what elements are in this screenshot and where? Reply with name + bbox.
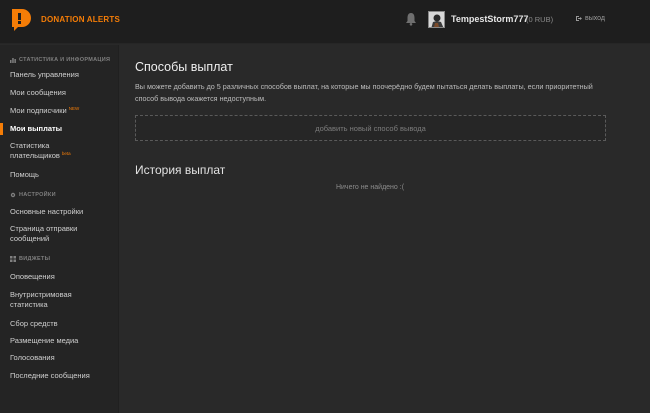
sidebar: СТАТИСТИКА И ИНФОРМАЦИЯ Панель управлени… (0, 45, 119, 413)
sidebar-item-media[interactable]: Размещение медиа (10, 336, 115, 346)
sidebar-item-instream-stats[interactable]: Внутристримовая статистика (10, 290, 115, 309)
new-badge: NEW (68, 106, 80, 111)
sidebar-item-label-line2: статистика (10, 299, 48, 309)
section-settings: НАСТРОЙКИ (10, 192, 56, 198)
sidebar-item-payouts[interactable]: Мои выплаты (10, 124, 115, 134)
sidebar-item-dashboard[interactable]: Панель управления (10, 70, 115, 80)
sidebar-item-last-messages[interactable]: Последние сообщения (10, 371, 115, 381)
page-description: Вы можете добавить до 5 различных способ… (135, 82, 593, 103)
sidebar-item-payer-stats[interactable]: Статистика плательщиков beta (10, 141, 115, 161)
active-indicator (0, 123, 3, 135)
empty-state-text: Ничего не найдено :( (335, 184, 405, 191)
widgets-icon (10, 256, 16, 262)
chart-icon (10, 58, 16, 63)
balance: (0 RUB) (526, 15, 554, 24)
sidebar-item-messages[interactable]: Мои сообщения (10, 88, 115, 98)
sidebar-item-polls[interactable]: Голосования (10, 353, 115, 363)
beta-badge: beta (61, 150, 71, 156)
add-payout-method-button[interactable]: добавить новый способ вывода (135, 115, 606, 141)
sidebar-item-label: Внутристримовая (10, 290, 72, 299)
logout-link[interactable]: выход (575, 15, 605, 22)
sidebar-item-label: Страница отправки (10, 224, 78, 233)
sidebar-item-fundraising[interactable]: Сбор средств (10, 319, 115, 329)
sidebar-item-send-page[interactable]: Страница отправки сообщений (10, 224, 115, 243)
username[interactable]: TempestStorm777 (451, 14, 528, 24)
sidebar-item-alerts[interactable]: Оповещения (10, 272, 115, 282)
sidebar-item-label: Мои подписчики (10, 106, 67, 115)
sidebar-item-general-settings[interactable]: Основные настройки (10, 207, 115, 217)
history-title: История выплат (135, 163, 226, 177)
logout-icon (576, 16, 582, 21)
sidebar-item-label-line2: плательщиков (10, 150, 60, 160)
sidebar-item-label-line2: сообщений (10, 233, 50, 243)
bell-icon[interactable] (405, 12, 417, 26)
sidebar-item-help[interactable]: Помощь (10, 170, 115, 180)
main-content: Способы выплат Вы можете добавить до 5 р… (120, 45, 650, 413)
avatar-image-icon (429, 12, 444, 27)
top-bar: DONATION ALERTS TempestStorm777 (0 RUB) … (0, 0, 650, 44)
brand-name[interactable]: DONATION ALERTS (41, 15, 120, 24)
logout-label: выход (585, 15, 605, 22)
sidebar-item-subscribers[interactable]: Мои подписчики NEW (10, 106, 115, 117)
donation-alerts-logo-icon[interactable] (10, 8, 32, 32)
section-widgets: ВИДЖЕТЫ (10, 256, 50, 262)
page-title: Способы выплат (135, 60, 233, 74)
avatar[interactable] (428, 11, 445, 28)
gear-icon (10, 192, 16, 198)
sidebar-item-label: Статистика (10, 141, 50, 150)
section-statistics: СТАТИСТИКА И ИНФОРМАЦИЯ (10, 57, 110, 63)
